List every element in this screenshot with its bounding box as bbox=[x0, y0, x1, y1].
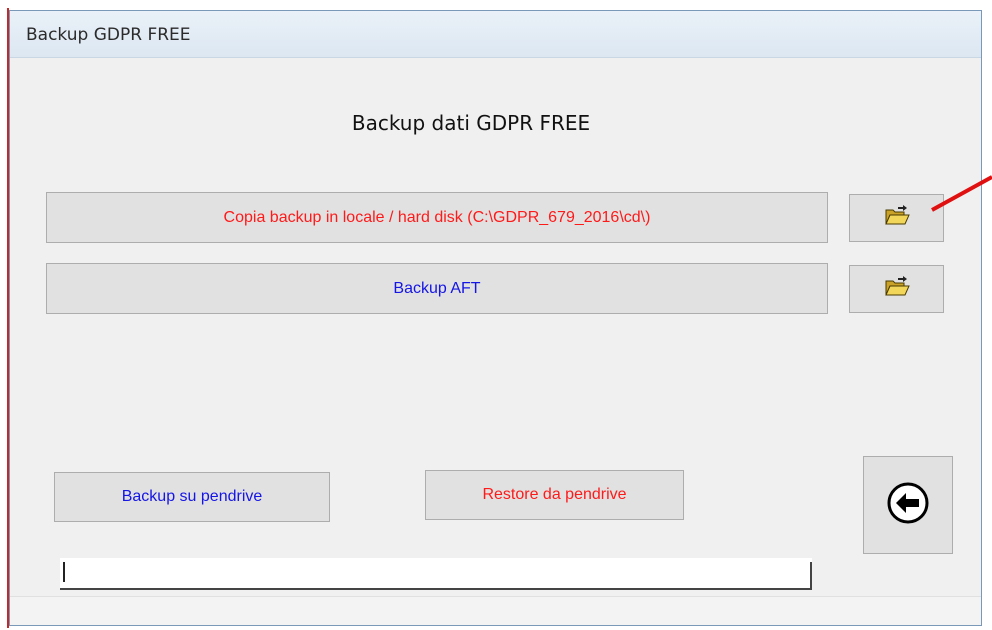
backup-aft-button[interactable]: Backup AFT bbox=[46, 263, 828, 314]
browse-folder-button-aft[interactable] bbox=[849, 265, 944, 313]
back-button[interactable] bbox=[863, 456, 953, 554]
app-window: Backup GDPR FREE Backup dati GDPR FREE C… bbox=[7, 8, 982, 628]
restore-pendrive-label: Restore da pendrive bbox=[482, 486, 627, 503]
open-folder-icon bbox=[884, 275, 910, 303]
backup-pendrive-label: Backup su pendrive bbox=[121, 488, 263, 505]
annotation-arrow-icon bbox=[931, 175, 992, 212]
title-bar: Backup GDPR FREE bbox=[10, 11, 981, 58]
back-arrow-icon bbox=[886, 481, 930, 530]
open-folder-icon bbox=[884, 204, 910, 232]
backup-pendrive-button[interactable]: Backup su pendrive bbox=[54, 472, 330, 522]
backup-aft-label: Backup AFT bbox=[393, 279, 481, 297]
copy-backup-local-button[interactable]: Copia backup in locale / hard disk (C:\G… bbox=[46, 192, 828, 243]
restore-pendrive-button[interactable]: Restore da pendrive bbox=[425, 470, 684, 520]
progress-bar bbox=[60, 558, 812, 590]
window-title: Backup GDPR FREE bbox=[26, 25, 191, 45]
copy-backup-local-label: Copia backup in locale / hard disk (C:\G… bbox=[223, 208, 651, 226]
page-heading: Backup dati GDPR FREE bbox=[351, 111, 591, 135]
status-strip bbox=[10, 596, 981, 625]
